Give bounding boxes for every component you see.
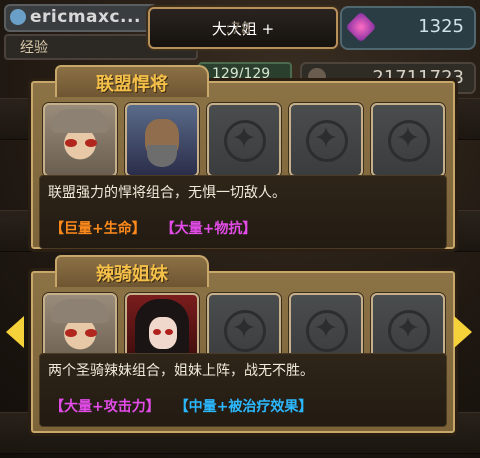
gem-counter[interactable]: 1325 <box>340 6 476 50</box>
empty-slot-3[interactable] <box>207 103 281 177</box>
combo-panel-sisters: 辣骑姐妹 两个圣骑辣妹组合，姐妹上阵，战无不胜。 【大量+攻击力】 【中量+被治… <box>28 255 458 436</box>
hero-slot-2[interactable] <box>125 103 199 177</box>
gem-count: 1325 <box>418 16 464 37</box>
hero-slot-1[interactable] <box>43 103 117 177</box>
exp-label: 经验 <box>20 40 48 56</box>
hero-eye <box>165 329 173 335</box>
attribute-2: 【中量+被治疗效果】 <box>174 399 313 415</box>
hero-eye <box>85 329 97 337</box>
hero-eye <box>153 329 161 335</box>
combo-attributes: 【大量+攻击力】 【中量+被治疗效果】 <box>50 396 312 416</box>
empty-slot-4[interactable] <box>289 103 363 177</box>
empty-slot-5[interactable] <box>371 103 445 177</box>
gem-icon <box>345 11 377 43</box>
tooltip-faded-value: :78 <box>225 19 251 38</box>
panel-title-tab: 辣骑姐妹 <box>55 255 209 287</box>
attribute-1: 【大量+攻击力】 <box>50 399 160 415</box>
player-name: ericmaxc... <box>30 7 141 27</box>
hero-eye <box>65 139 77 147</box>
name-tooltip: 大大姐 + :78 <box>148 7 338 49</box>
hero-hair <box>51 299 109 323</box>
panel-title-tab: 联盟悍将 <box>55 65 209 97</box>
description-box: 两个圣骑辣妹组合，姐妹上阵，战无不胜。 【大量+攻击力】 【中量+被治疗效果】 <box>39 353 447 427</box>
hero-beard <box>147 145 177 167</box>
description-box: 联盟强力的悍将组合，无惧一切敌人。 【巨量+生命】 【大量+物抗】 <box>39 175 447 249</box>
attribute-2: 【大量+物抗】 <box>160 221 257 237</box>
combo-attributes: 【巨量+生命】 【大量+物抗】 <box>50 218 256 238</box>
combo-panel-alliance: 联盟悍将 联盟强力的悍将组合，无惧一切敌人。 【巨量+生命】 【大量+物抗】 <box>28 65 458 252</box>
hero-eye <box>85 139 97 147</box>
combo-description: 两个圣骑辣妹组合，姐妹上阵，战无不胜。 <box>48 363 314 379</box>
combo-description: 联盟强力的悍将组合，无惧一切敌人。 <box>48 185 286 201</box>
player-avatar-icon <box>10 9 26 25</box>
hero-hair <box>51 109 109 133</box>
panel-title: 辣骑姐妹 <box>96 264 168 285</box>
chevron-left-icon[interactable] <box>6 316 24 348</box>
attribute-1: 【巨量+生命】 <box>50 221 146 237</box>
chevron-right-icon[interactable] <box>454 316 472 348</box>
panel-title: 联盟悍将 <box>96 74 168 95</box>
hero-eye <box>65 329 77 337</box>
player-name-bar: ericmaxc... <box>4 4 158 32</box>
